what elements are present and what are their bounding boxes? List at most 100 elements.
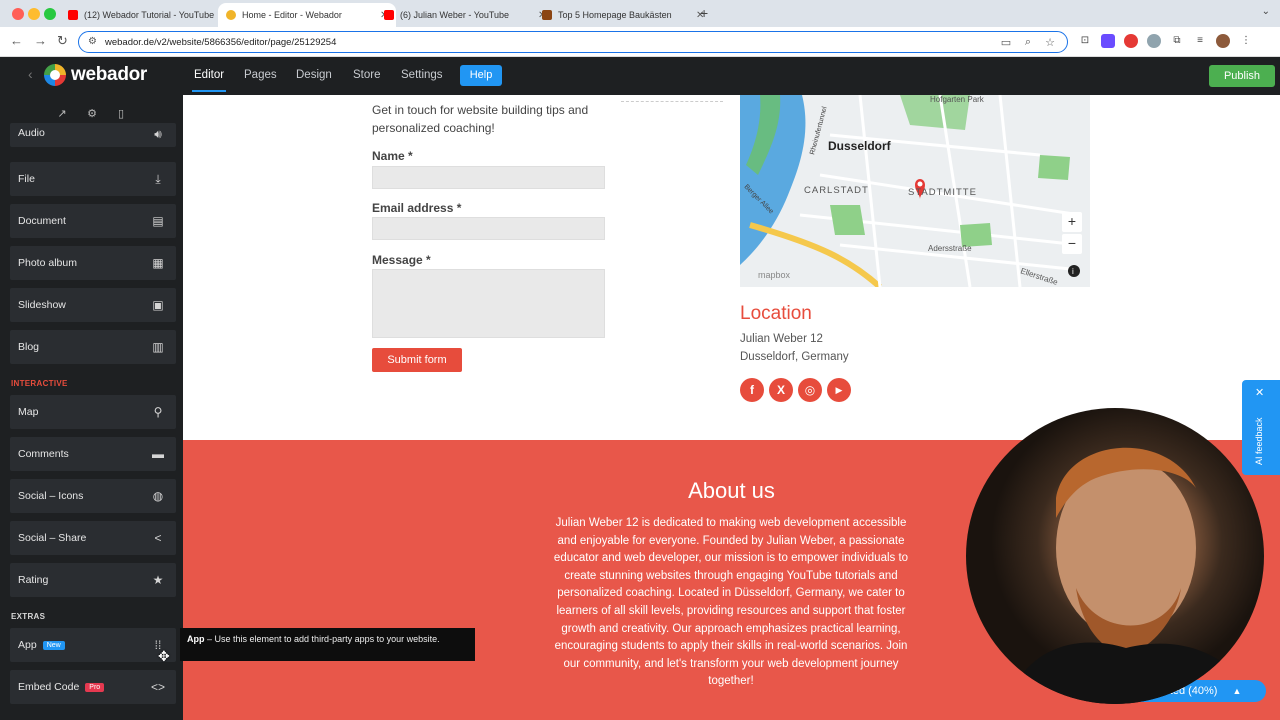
info-icon[interactable] <box>1068 265 1080 277</box>
webcam-overlay <box>966 408 1264 704</box>
nav-editor[interactable]: Editor <box>191 69 227 92</box>
sidebar-item-blog[interactable]: Blog ▥ <box>10 330 176 364</box>
about-text: Julian Weber 12 is dedicated to making w… <box>553 517 909 688</box>
map-label: Adersstraße <box>928 244 972 253</box>
gear-icon[interactable]: ⚙ <box>84 106 100 122</box>
instagram-icon[interactable]: ◎ <box>798 378 822 402</box>
sidebar-item-file[interactable]: File ⤓ <box>10 162 176 196</box>
move-cursor-icon: ✥ <box>158 648 170 664</box>
zoom-icon[interactable]: ⌕ <box>1021 36 1035 49</box>
section-heading-interactive: INTERACTIVE <box>11 379 68 388</box>
reload-icon[interactable]: ↻ <box>57 33 68 49</box>
email-field[interactable] <box>372 217 605 240</box>
extension-icon[interactable] <box>1124 34 1138 48</box>
chevron-down-icon[interactable]: ⌄ <box>1262 6 1270 17</box>
url-input[interactable]: ⚙ webador.de/v2/website/5866356/editor/p… <box>78 31 1068 53</box>
url-text: webador.de/v2/website/5866356/editor/pag… <box>105 37 337 48</box>
zoom-out-button[interactable]: − <box>1062 234 1082 254</box>
sidebar-item-social-share[interactable]: Social – Share < <box>10 521 176 555</box>
zoom-in-button[interactable]: + <box>1062 212 1082 232</box>
ai-feedback-tab[interactable]: ✕ AI feedback <box>1242 380 1280 475</box>
nav-pages[interactable]: Pages <box>244 69 277 81</box>
tab-label: Top 5 Homepage Baukästen <box>558 10 672 20</box>
nav-store[interactable]: Store <box>353 69 381 81</box>
map-city-label: Dusseldorf <box>828 139 892 153</box>
cast-icon[interactable]: ▭ <box>999 36 1013 49</box>
blog-icon: ▥ <box>152 340 164 354</box>
youtube-icon <box>68 10 78 20</box>
minimize-window-button[interactable] <box>28 8 40 20</box>
new-tab-icon[interactable]: + <box>700 5 708 21</box>
map-label: STADTMITTE <box>908 187 977 198</box>
tab-label: Home - Editor - Webador <box>242 10 342 20</box>
mobile-icon[interactable]: ▯ <box>113 106 129 122</box>
element-outline <box>621 101 723 102</box>
sidebar-item-rating[interactable]: Rating ★ <box>10 563 176 597</box>
element-sidebar: ↗ ⚙ ▯ Audio 🔊︎ File ⤓ Document ▤ Photo a… <box>0 95 183 720</box>
browser-tab[interactable]: Top 5 Homepage Baukästen ✕ <box>534 3 712 27</box>
youtube-icon[interactable]: ▶ <box>827 378 851 402</box>
back-chevron-icon[interactable]: ‹ <box>28 66 33 82</box>
maximize-window-button[interactable] <box>44 8 56 20</box>
sidebar-item-label-wrap: App New <box>18 639 65 651</box>
profile-avatar[interactable] <box>1216 34 1230 48</box>
close-window-button[interactable] <box>12 8 24 20</box>
pro-badge: Pro <box>85 683 105 692</box>
tooltip-text: – Use this element to add third-party ap… <box>204 634 440 644</box>
map-graphic: Dusseldorf Hofgarten Park CARLSTADT STAD… <box>740 95 1090 287</box>
sidebar-item-map[interactable]: Map ⚲ <box>10 395 176 429</box>
x-twitter-icon[interactable]: X <box>769 378 793 402</box>
map-widget[interactable]: Dusseldorf Hofgarten Park CARLSTADT STAD… <box>740 95 1090 287</box>
sidebar-item-label: Audio <box>18 127 45 139</box>
tab-label: (6) Julian Weber - YouTube <box>400 10 510 20</box>
facebook-icon[interactable]: f <box>740 378 764 402</box>
sidebar-item-audio[interactable]: Audio 🔊︎ <box>10 123 176 147</box>
sidebar-item-label: Comments <box>18 448 69 460</box>
mapbox-logo: mapbox <box>758 270 791 280</box>
new-badge: New <box>42 641 65 650</box>
sidebar-item-app[interactable]: App New ⁞⁞ <box>10 628 176 662</box>
sidebar-item-label: Social – Share <box>18 532 87 544</box>
extension-icon[interactable] <box>1147 34 1161 48</box>
forward-icon[interactable]: → <box>34 33 47 48</box>
star-icon[interactable]: ☆ <box>1043 36 1057 49</box>
address-line-2: Dusseldorf, Germany <box>740 351 849 363</box>
extension-icon[interactable]: ⊡ <box>1078 34 1092 48</box>
extension-icon[interactable] <box>1101 34 1115 48</box>
sidebar-item-photo-album[interactable]: Photo album ▦ <box>10 246 176 280</box>
feedback-label: AI feedback <box>1254 417 1264 465</box>
browser-tab[interactable]: (12) Webador Tutorial - YouTube ✕ <box>60 3 238 27</box>
tab-label: (12) Webador Tutorial - YouTube <box>84 10 214 20</box>
name-label: Name * <box>372 149 413 163</box>
close-icon[interactable]: ✕ <box>1255 386 1264 399</box>
name-field[interactable] <box>372 166 605 189</box>
publish-button[interactable]: Publish <box>1209 65 1275 87</box>
sidebar-item-document[interactable]: Document ▤ <box>10 204 176 238</box>
puzzle-icon[interactable]: ⧉ <box>1170 34 1184 48</box>
sidebar-item-label: File <box>18 173 35 185</box>
message-field[interactable] <box>372 269 605 338</box>
browser-tab[interactable]: (6) Julian Weber - YouTube ✕ <box>376 3 554 27</box>
sidebar-item-slideshow[interactable]: Slideshow ▣ <box>10 288 176 322</box>
sidebar-item-label: Social – Icons <box>18 490 84 502</box>
site-info-icon[interactable]: ⚙ <box>88 36 97 47</box>
screen: (12) Webador Tutorial - YouTube ✕ Home -… <box>0 0 1280 720</box>
sidebar-item-social-icons[interactable]: Social – Icons ◍ <box>10 479 176 513</box>
sidebar-item-embed-code[interactable]: Embed Code Pro <> <box>10 670 176 704</box>
help-button[interactable]: Help <box>460 65 502 86</box>
star-icon: ★ <box>152 573 164 587</box>
back-icon[interactable]: ← <box>10 33 23 48</box>
message-label: Message * <box>372 253 431 267</box>
nav-settings[interactable]: Settings <box>401 69 443 81</box>
youtube-icon <box>384 10 394 20</box>
queue-icon[interactable]: ≡ <box>1193 34 1207 48</box>
sidebar-item-label: Photo album <box>18 257 77 269</box>
submit-form-button[interactable]: Submit form <box>372 348 462 372</box>
sidebar-item-comments[interactable]: Comments ▬ <box>10 437 176 471</box>
external-link-icon[interactable]: ↗ <box>54 106 70 122</box>
sidebar-item-label: Embed Code <box>18 681 80 693</box>
kebab-menu-icon[interactable]: ⋮ <box>1239 34 1253 48</box>
browser-tab-active[interactable]: Home - Editor - Webador ✕ <box>218 3 397 27</box>
nav-design[interactable]: Design <box>296 69 332 81</box>
slideshow-icon: ▣ <box>152 298 164 312</box>
